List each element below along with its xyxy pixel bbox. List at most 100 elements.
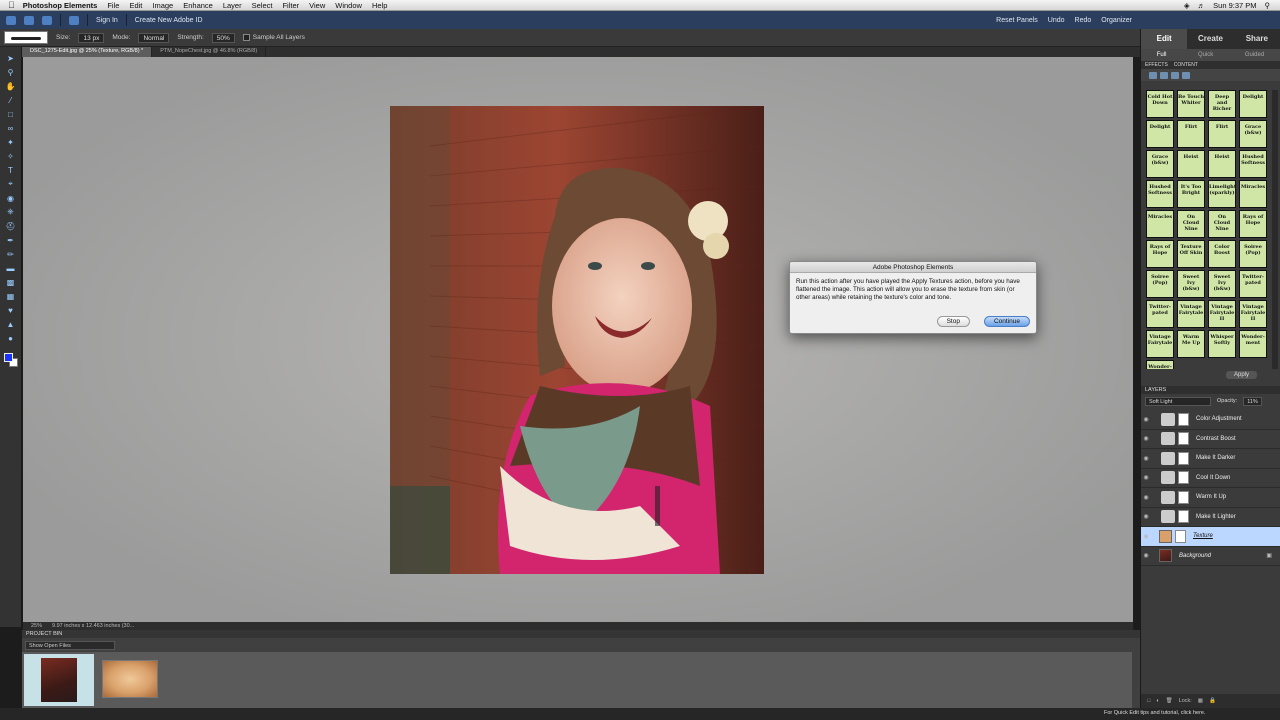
menu-view[interactable]: View bbox=[309, 1, 325, 10]
visibility-eye-icon[interactable]: ◉ bbox=[1141, 552, 1151, 559]
zoom-level[interactable]: 25% bbox=[31, 623, 42, 629]
effects-filter-icon[interactable] bbox=[1149, 71, 1157, 79]
eyedropper-tool-icon[interactable]: ⁄ bbox=[6, 95, 16, 105]
effect-thumbnail[interactable]: Limelight (sparkly) bbox=[1208, 180, 1236, 208]
sample-all-layers-checkbox[interactable]: Sample All Layers bbox=[242, 33, 305, 41]
effects-styles-icon[interactable] bbox=[1160, 71, 1168, 79]
new-layer-icon[interactable]: □ bbox=[1147, 698, 1150, 704]
effect-thumbnail[interactable]: Rays of Hope bbox=[1239, 210, 1267, 238]
effect-thumbnail[interactable]: Miracles bbox=[1239, 180, 1267, 208]
effect-thumbnail[interactable]: Be Touch Whiter bbox=[1177, 90, 1205, 118]
layer-mask-thumb[interactable] bbox=[1178, 490, 1189, 504]
create-adobe-id-link[interactable]: Create New Adobe ID bbox=[135, 17, 203, 24]
effect-thumbnail[interactable]: Flirt bbox=[1208, 120, 1236, 148]
effect-thumbnail[interactable]: Hushed Softness bbox=[1239, 150, 1267, 178]
visibility-eye-icon[interactable]: ◉ bbox=[1141, 455, 1151, 462]
effects-scrollbar[interactable] bbox=[1272, 90, 1278, 369]
effect-thumbnail[interactable]: Texture Off Skin bbox=[1177, 240, 1205, 268]
layer-row[interactable]: ◉ Texture bbox=[1141, 527, 1280, 547]
move-tool-icon[interactable]: ➤ bbox=[6, 53, 16, 63]
hand-tool-icon[interactable]: ✋ bbox=[6, 81, 16, 91]
checkbox-box[interactable] bbox=[242, 33, 250, 41]
effect-thumbnail[interactable]: Grace (b&w) bbox=[1146, 150, 1174, 178]
paint-bucket-tool-icon[interactable]: ▩ bbox=[6, 277, 16, 287]
blur-tool-icon[interactable]: ▲ bbox=[6, 319, 16, 329]
clock[interactable]: Sun 9:37 PM bbox=[1213, 1, 1256, 10]
effect-thumbnail[interactable]: Heist bbox=[1177, 150, 1205, 178]
effect-thumbnail[interactable]: Heist bbox=[1208, 150, 1236, 178]
clone-tool-icon[interactable]: ⛑ bbox=[5, 221, 15, 231]
marquee-tool-icon[interactable]: □ bbox=[6, 109, 16, 119]
effect-thumbnail[interactable]: Wonder-ment bbox=[1239, 330, 1267, 358]
effect-thumbnail[interactable]: Twitter-pated bbox=[1239, 270, 1267, 298]
visibility-eye-icon[interactable]: ◉ bbox=[1141, 435, 1151, 442]
canvas-area[interactable] bbox=[23, 57, 1133, 622]
effect-thumbnail[interactable]: On Cloud Nine bbox=[1177, 210, 1205, 238]
lock-all-icon[interactable]: 🔒 bbox=[1209, 698, 1216, 704]
effect-thumbnail[interactable]: Hushed Softness bbox=[1146, 180, 1174, 208]
effect-thumbnail[interactable]: Soiree (Pop) bbox=[1146, 270, 1174, 298]
effect-thumbnail[interactable]: Color Boost bbox=[1208, 240, 1236, 268]
sponge-tool-icon[interactable]: ● bbox=[6, 333, 16, 343]
effects-photo-icon[interactable] bbox=[1171, 71, 1179, 79]
effect-thumbnail[interactable]: Sweet Ivy (b&w) bbox=[1177, 270, 1205, 298]
menu-help[interactable]: Help bbox=[372, 1, 387, 10]
foreground-color-swatch[interactable] bbox=[3, 353, 13, 362]
gradient-tool-icon[interactable]: ▦ bbox=[6, 291, 16, 301]
pencil-tool-icon[interactable]: ✏ bbox=[6, 249, 16, 259]
layout-icon[interactable] bbox=[69, 15, 79, 25]
app-name[interactable]: Photoshop Elements bbox=[23, 1, 98, 10]
photo-image[interactable] bbox=[390, 106, 764, 574]
layer-row[interactable]: ◉ Contrast Boost bbox=[1141, 430, 1280, 449]
sign-in-link[interactable]: Sign In bbox=[96, 17, 118, 24]
layer-row[interactable]: ◉ Warm It Up bbox=[1141, 488, 1280, 508]
quick-edit-tip-link[interactable]: For Quick Edit tips and tutorial, click … bbox=[1104, 710, 1205, 716]
help-icon[interactable] bbox=[42, 15, 52, 25]
effect-thumbnail[interactable]: Vintage Fairytale bbox=[1177, 300, 1205, 328]
menu-layer[interactable]: Layer bbox=[223, 1, 242, 10]
menu-edit[interactable]: Edit bbox=[129, 1, 142, 10]
tab-effects[interactable]: EFFECTS bbox=[1145, 61, 1168, 69]
effect-thumbnail[interactable]: Delight bbox=[1146, 120, 1174, 148]
redeye-tool-icon[interactable]: ◉ bbox=[6, 193, 16, 203]
visibility-eye-icon[interactable]: ◉ bbox=[1141, 533, 1151, 540]
show-open-files-select[interactable]: Show Open Files bbox=[25, 641, 115, 650]
visibility-eye-icon[interactable]: ◉ bbox=[1141, 474, 1151, 481]
crop-tool-icon[interactable]: ⌖ bbox=[6, 179, 16, 189]
effect-thumbnail[interactable]: Deep and Richer bbox=[1208, 90, 1236, 118]
bin-thumb-photo[interactable] bbox=[24, 654, 94, 706]
effect-thumbnail[interactable]: Soiree (Pop) bbox=[1239, 240, 1267, 268]
mode-select[interactable]: Normal bbox=[138, 32, 170, 43]
effect-thumbnail[interactable]: Rays of Hope bbox=[1146, 240, 1174, 268]
tab-content[interactable]: CONTENT bbox=[1174, 61, 1198, 69]
effect-thumbnail[interactable]: Twitter-pated bbox=[1146, 300, 1174, 328]
redo-button[interactable]: Redo bbox=[1075, 17, 1092, 24]
delete-layer-icon[interactable]: 🗑 bbox=[1166, 698, 1173, 704]
effect-thumbnail[interactable]: Sweet Ivy (b&w) bbox=[1208, 270, 1236, 298]
tab-edit[interactable]: Edit bbox=[1141, 29, 1188, 49]
apply-button[interactable]: Apply bbox=[1226, 371, 1258, 379]
bin-thumb-texture[interactable] bbox=[102, 660, 158, 698]
effect-thumbnail[interactable]: Grace (b&w) bbox=[1239, 120, 1267, 148]
type-tool-icon[interactable]: T bbox=[6, 165, 16, 175]
apple-icon[interactable]:  bbox=[8, 0, 15, 10]
effect-thumbnail[interactable]: Vintage Fairytale bbox=[1146, 330, 1174, 358]
menu-enhance[interactable]: Enhance bbox=[183, 1, 213, 10]
spotlight-icon[interactable]: ⚲ bbox=[1265, 1, 1271, 10]
layer-mask-thumb[interactable] bbox=[1178, 432, 1189, 446]
size-field[interactable]: 13 px bbox=[78, 32, 105, 43]
layer-mask-thumb[interactable] bbox=[1178, 471, 1189, 485]
effect-thumbnail[interactable]: Cold Hot Down bbox=[1146, 90, 1174, 118]
effect-thumbnail[interactable]: Flirt bbox=[1177, 120, 1205, 148]
effect-thumbnail[interactable]: On Cloud Nine bbox=[1208, 210, 1236, 238]
brush-tool-icon[interactable]: ✒ bbox=[6, 235, 16, 245]
menu-window[interactable]: Window bbox=[335, 1, 362, 10]
undo-button[interactable]: Undo bbox=[1048, 17, 1065, 24]
layer-row[interactable]: ◉ Make It Darker bbox=[1141, 449, 1280, 469]
stop-button[interactable]: Stop bbox=[936, 316, 970, 327]
blend-mode-select[interactable]: Soft Light bbox=[1145, 396, 1211, 406]
visibility-eye-icon[interactable]: ◉ bbox=[1141, 494, 1151, 501]
tab-quick[interactable]: Quick bbox=[1198, 49, 1213, 61]
effect-thumbnail[interactable]: Miracles bbox=[1146, 210, 1174, 238]
effects-actions-icon[interactable] bbox=[1182, 71, 1190, 79]
